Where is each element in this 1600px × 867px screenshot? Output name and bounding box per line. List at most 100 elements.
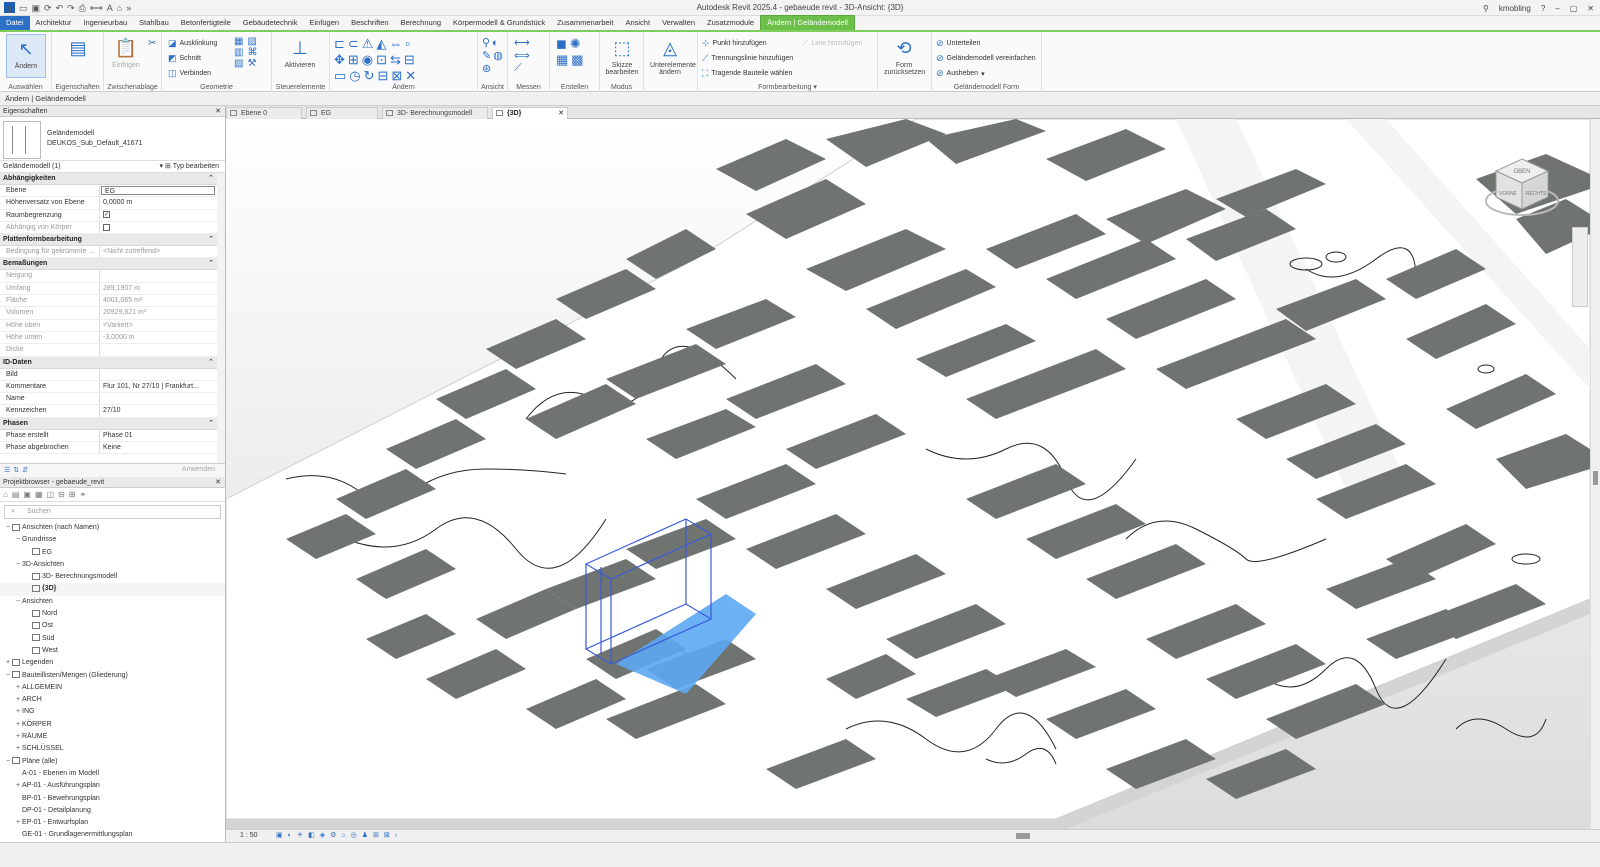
ribbon-tab[interactable]: Einfügen — [303, 16, 345, 30]
ribbon-tab[interactable]: Körpermodell & Grundstück — [447, 16, 551, 30]
browser-tree-item[interactable]: − Grundrisse — [0, 534, 225, 546]
activate-button[interactable]: ⊥ Aktivieren — [280, 34, 320, 78]
browser-tree-item[interactable]: + AP-01 - Ausführungsplan — [0, 780, 225, 792]
expand-icon[interactable]: + — [14, 719, 22, 731]
text-icon[interactable]: A — [107, 0, 113, 16]
panel-label-select[interactable]: Auswählen — [0, 84, 51, 91]
property-value[interactable]: ✓ — [100, 210, 217, 221]
redo-icon[interactable]: ↷ — [67, 0, 75, 16]
view-tab[interactable]: 3D- Berechnungsmodell — [382, 107, 488, 119]
browser-tree-item[interactable]: − Ansichten (nach Namen) — [0, 522, 225, 534]
checkbox[interactable]: ✓ — [103, 211, 110, 219]
property-value[interactable]: 289,1907 m — [100, 283, 217, 294]
cope-button[interactable]: ◪ Ausklinkung — [168, 37, 217, 50]
browser-tree-item[interactable]: EG — [0, 547, 225, 559]
simplify-terrain-button[interactable]: ⊘ Geländemodell vereinfachen — [936, 52, 1036, 65]
collapse-icon[interactable]: − — [4, 670, 12, 682]
vertical-scrollbar[interactable] — [1590, 119, 1600, 829]
ribbon-tab[interactable]: Zusatzmodule — [701, 16, 760, 30]
collapse-icon[interactable]: − — [14, 596, 22, 608]
close-tab-icon[interactable]: ✕ — [558, 108, 564, 119]
browser-tree-item[interactable]: Süd — [0, 633, 225, 645]
browser-tree-item[interactable]: GE-01 - Grundlagenermittlungsplan — [0, 829, 225, 840]
browser-tree-item[interactable]: A-01 - Ebenen im Modell — [0, 768, 225, 780]
sync-icon[interactable]: ⟳ — [44, 0, 52, 16]
property-group[interactable]: Abhängigkeiten ⌃ — [0, 173, 217, 185]
ribbon-tab[interactable]: Stahlbau — [133, 16, 175, 30]
cut-icon[interactable]: ✂ — [148, 38, 158, 49]
excavate-button[interactable]: ⊘ Ausheben ▾ — [936, 67, 985, 80]
view-scale[interactable]: 1 : 50 — [240, 830, 258, 842]
expand-icon[interactable]: + — [14, 706, 22, 718]
paste-button[interactable]: 📋 Einfügen — [106, 34, 146, 78]
view-tab[interactable]: {3D} ✕ — [492, 107, 568, 119]
add-split-line-button[interactable]: ⟋ Trennungslinie hinzufügen — [702, 52, 793, 65]
create-tools-icon[interactable]: ◼✺ ▦▩ — [556, 36, 587, 68]
expand-icon[interactable]: + — [14, 694, 22, 706]
more-icon[interactable]: » — [126, 0, 131, 16]
property-value[interactable] — [100, 393, 217, 404]
browser-tree-item[interactable]: + ING — [0, 706, 225, 718]
property-value[interactable]: <Nicht zutreffend> — [100, 246, 217, 257]
help-icon[interactable]: ? — [1541, 4, 1545, 13]
modify-button[interactable]: ↖ Ändern — [6, 34, 46, 78]
ribbon-tab[interactable]: Betonfertigteile — [175, 16, 237, 30]
3d-view-icon[interactable]: ⌂ — [117, 0, 122, 16]
property-value[interactable] — [100, 222, 217, 233]
maximize-icon[interactable]: ▢ — [1570, 4, 1578, 13]
collapse-icon[interactable]: − — [14, 534, 22, 546]
ribbon-tab[interactable]: Gebäudetechnik — [237, 16, 304, 30]
property-value[interactable]: 20929,821 m³ — [100, 307, 217, 318]
checkbox[interactable] — [103, 223, 110, 231]
browser-tree-item[interactable]: {3D} — [0, 583, 225, 596]
save-icon[interactable]: ▣ — [32, 0, 41, 16]
minimize-icon[interactable]: – — [1555, 4, 1559, 13]
collapse-icon[interactable]: ⌃ — [208, 357, 214, 369]
view-control-icons[interactable]: ▣◐☀◧◈⚙⌂◎♟⊞⊠‹ — [276, 830, 402, 842]
view-tools-icon[interactable]: ⚲◐ ✎◍ ⊛ — [482, 36, 505, 75]
expand-icon[interactable]: + — [14, 743, 22, 755]
modify-tools-icon[interactable]: ⊏⊂⚠◭⇔▫ ✥⊞◉⊡⇆⊟ ▭◷↻⊟⊠✕ — [334, 36, 419, 84]
geometry-tools-icon[interactable]: ▦▨ ▥⌘ ▧⚒ — [234, 36, 261, 69]
panel-label-shape-editing[interactable]: Formbearbeitung ▾ — [698, 83, 877, 91]
browser-tree-item[interactable]: Ost — [0, 620, 225, 632]
model-canvas[interactable] — [226, 119, 1590, 829]
scrollbar-thumb[interactable] — [1593, 471, 1598, 485]
ribbon-tab[interactable]: Ansicht — [619, 16, 656, 30]
reset-shape-button[interactable]: ⟲ Form zurücksetzen — [884, 34, 925, 78]
browser-tree-item[interactable]: Nord — [0, 608, 225, 620]
add-point-button[interactable]: ⊹ Punkt hinzufügen — [702, 37, 767, 50]
property-value[interactable]: Phase 01 — [100, 430, 217, 441]
ribbon-tab[interactable]: Berechnung — [395, 16, 447, 30]
property-value[interactable]: -3,0000 m — [100, 332, 217, 343]
3d-viewport[interactable]: OBEN VORNE RECHTS — [226, 119, 1590, 829]
measure-tools-icon[interactable]: ⟷ ⟺ ⟋ — [514, 36, 532, 75]
pick-supports-button[interactable]: ⛶ Tragende Bauteile wählen — [702, 67, 792, 80]
measure-icon[interactable]: ⟷ — [90, 0, 103, 16]
ribbon-tab[interactable]: Ändern | Geländemodell — [760, 15, 855, 31]
property-value[interactable]: 0,0000 m — [100, 197, 217, 208]
browser-toolbar-icons[interactable]: ⌂▤▣▦◫⊟⊞⚭ — [0, 488, 225, 502]
navigation-bar[interactable] — [1572, 227, 1588, 307]
ribbon-tab[interactable]: Datei — [0, 16, 30, 30]
property-value[interactable]: Flur 101, Nr 27/10 | Frankfurt... — [100, 381, 217, 392]
expand-icon[interactable]: + — [14, 817, 22, 829]
sort-icons[interactable]: ☰⇅⇵ — [4, 466, 31, 474]
collapse-icon[interactable]: − — [4, 522, 12, 534]
close-browser-icon[interactable]: ✕ — [215, 477, 221, 488]
browser-tree-item[interactable]: 3D- Berechnungsmodell — [0, 571, 225, 583]
edit-type-button[interactable]: ▾ ⊞ Typ bearbeiten — [160, 161, 219, 173]
apply-button[interactable]: Anwenden — [182, 466, 215, 473]
browser-tree-item[interactable]: + KÖRPER — [0, 719, 225, 731]
property-value[interactable]: 27/10 — [100, 405, 217, 416]
open-icon[interactable]: ▭ — [19, 0, 28, 16]
property-group[interactable]: Plattenformbearbeitung ⌃ — [0, 234, 217, 247]
property-group[interactable]: Phasen ⌃ — [0, 417, 217, 430]
modify-subelements-button[interactable]: ◬ Unterelemente ändern — [650, 34, 696, 78]
collapse-icon[interactable]: − — [4, 756, 12, 768]
browser-tree-item[interactable]: + Legenden — [0, 657, 225, 669]
collapse-icon[interactable]: ⌃ — [208, 173, 214, 185]
property-value[interactable]: <Variiert> — [100, 320, 217, 331]
cut-geometry-button[interactable]: ◩ Schnitt — [168, 52, 201, 65]
ribbon-tab[interactable]: Architektur — [30, 16, 78, 30]
